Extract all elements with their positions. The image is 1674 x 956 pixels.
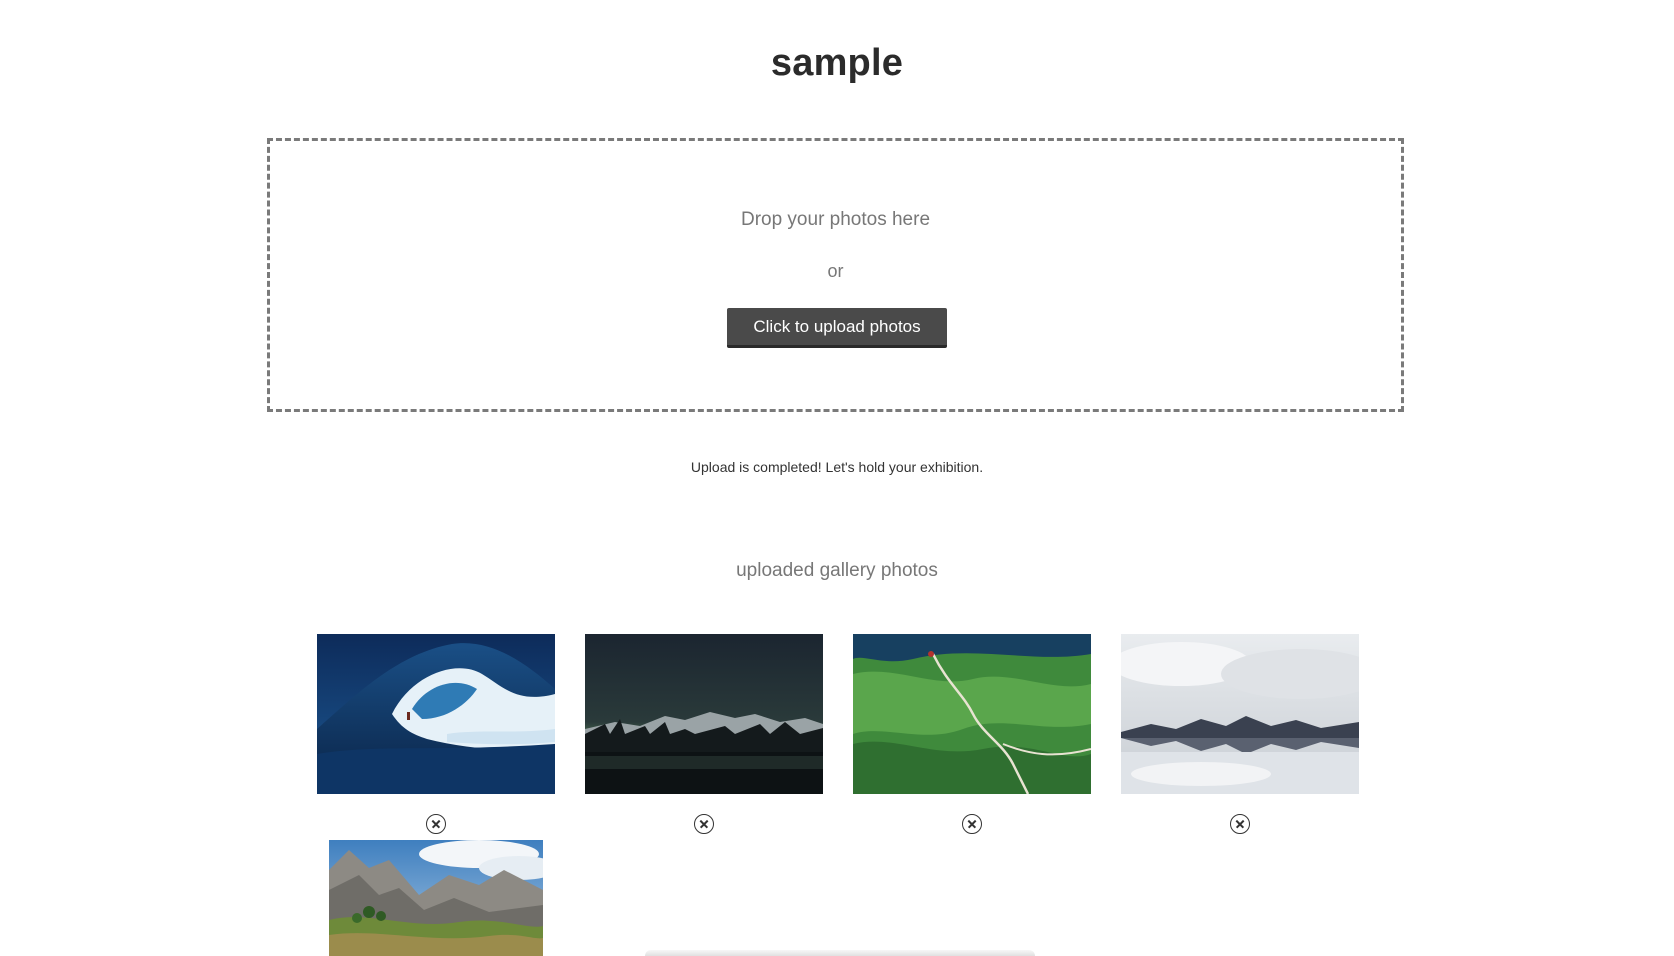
gallery-photo-mountains[interactable] <box>329 840 543 956</box>
remove-photo-3-button[interactable] <box>962 814 982 834</box>
remove-photo-2-button[interactable] <box>694 814 714 834</box>
photo-dropzone[interactable]: Drop your photos here or Click to upload… <box>267 138 1404 412</box>
bottom-overlay-shadow <box>645 950 1035 956</box>
page-title: sample <box>770 42 904 84</box>
gallery-photo-wave[interactable] <box>317 634 555 794</box>
upload-status-message: Upload is completed! Let's hold your exh… <box>690 459 984 475</box>
dropzone-or-label: or <box>827 261 844 281</box>
remove-photo-1-button[interactable] <box>426 814 446 834</box>
page: sample Drop your photos here or Click to… <box>0 0 1674 956</box>
gallery-photo-aurora[interactable] <box>585 634 823 794</box>
gallery-photo-lake[interactable] <box>1121 634 1359 794</box>
gallery-heading: uploaded gallery photos <box>736 560 938 581</box>
dropzone-instruction: Drop your photos here <box>740 209 931 230</box>
gallery-photo-hills[interactable] <box>853 634 1091 794</box>
upload-photos-button[interactable]: Click to upload photos <box>727 308 947 348</box>
remove-photo-4-button[interactable] <box>1230 814 1250 834</box>
